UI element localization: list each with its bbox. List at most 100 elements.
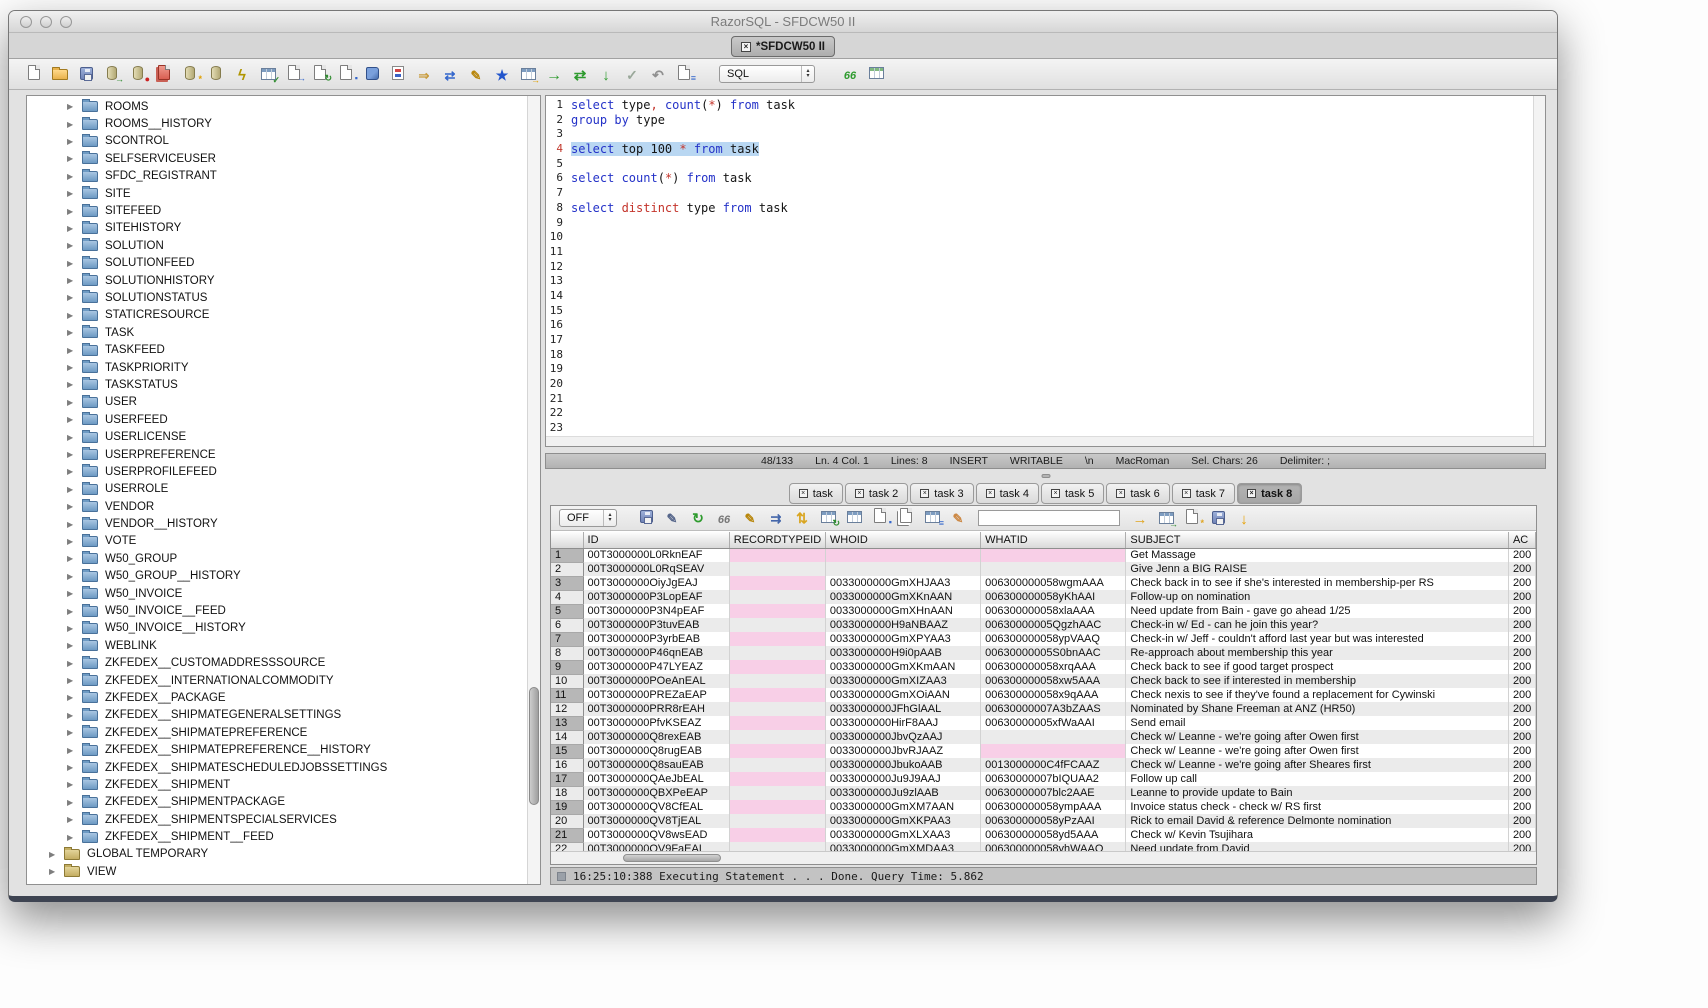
column-header[interactable]: ID xyxy=(583,532,729,548)
table-cell[interactable] xyxy=(729,828,825,842)
table-cell[interactable] xyxy=(729,548,825,562)
disclosure-triangle-icon[interactable]: ▶ xyxy=(67,137,78,146)
disclosure-triangle-icon[interactable]: ▶ xyxy=(67,415,78,424)
table-cell[interactable]: 200 xyxy=(1508,800,1535,814)
table-cell[interactable]: 0033000000GmXHJAA3 xyxy=(825,576,980,590)
disclosure-triangle-icon[interactable]: ▶ xyxy=(67,728,78,737)
table-cell[interactable]: 006300000058yd5AAA xyxy=(981,828,1126,842)
tab-close-icon[interactable]: × xyxy=(799,489,808,498)
edit-cell-icon[interactable]: ✎ xyxy=(737,508,763,530)
edit-sql-icon[interactable]: ✎ xyxy=(659,508,685,530)
row-number-cell[interactable]: 20 xyxy=(551,814,583,828)
table-cell[interactable]: 200 xyxy=(1508,632,1535,646)
tree-item[interactable]: ▶TASKPRIORITY xyxy=(27,359,527,376)
disclosure-triangle-icon[interactable]: ▶ xyxy=(67,641,78,650)
disclosure-triangle-icon[interactable]: ▶ xyxy=(67,624,78,633)
tree-item[interactable]: ▶VOTE xyxy=(27,533,527,550)
table-cell[interactable]: 006300000058xrqAAA xyxy=(981,660,1126,674)
row-number-cell[interactable]: 17 xyxy=(551,772,583,786)
tab-close-icon[interactable]: × xyxy=(855,489,864,498)
table-cell[interactable]: 00T3000000P47LYEAZ xyxy=(583,660,729,674)
table-cell[interactable] xyxy=(729,716,825,730)
show-sql-icon[interactable]: 66 xyxy=(711,509,737,531)
tree-item[interactable]: ▶ROOMS xyxy=(27,98,527,115)
table-cell[interactable]: 00T3000000Q8rugEAB xyxy=(583,744,729,758)
table-cell[interactable]: 00T3000000PREZaEAP xyxy=(583,688,729,702)
table-cell[interactable] xyxy=(729,744,825,758)
disclosure-triangle-icon[interactable]: ▶ xyxy=(67,607,78,616)
tab-close-icon[interactable]: × xyxy=(1247,489,1256,498)
tree-item[interactable]: ▶W50_INVOICE__HISTORY xyxy=(27,620,527,637)
tree-view-icon[interactable]: ⇉ xyxy=(763,508,789,530)
disclosure-triangle-icon[interactable]: ▶ xyxy=(67,346,78,355)
table-cell[interactable]: Leanne to provide update to Bain xyxy=(1126,786,1509,800)
table-cell[interactable]: Check w/ Leanne - we're going after Shea… xyxy=(1126,758,1509,772)
disclosure-triangle-icon[interactable]: ▶ xyxy=(67,207,78,216)
table-cell[interactable] xyxy=(729,674,825,688)
table-cell[interactable]: 0033000000GmXOiAAN xyxy=(825,688,980,702)
row-number-cell[interactable]: 5 xyxy=(551,604,583,618)
table-cell[interactable]: 00630000005QgzhAAC xyxy=(981,618,1126,632)
table-cell[interactable]: Check w/ Kevin Tsujihara xyxy=(1126,828,1509,842)
table-cell[interactable] xyxy=(825,548,980,562)
tree-vertical-scrollbar[interactable] xyxy=(527,96,540,884)
tab-close-icon[interactable]: × xyxy=(1182,489,1191,498)
tree-item[interactable]: ▶TASKFEED xyxy=(27,341,527,358)
table-cell[interactable]: 0033000000JbukoAAB xyxy=(825,758,980,772)
tree-item[interactable]: ▶W50_INVOICE__FEED xyxy=(27,602,527,619)
table-cell[interactable]: Check back to see if interested in membe… xyxy=(1126,674,1509,688)
disclosure-triangle-icon[interactable]: ▶ xyxy=(67,380,78,389)
tree-item[interactable]: ▶SOLUTIONHISTORY xyxy=(27,272,527,289)
tree-item[interactable]: ▶USER xyxy=(27,394,527,411)
table-cell[interactable]: 00630000007A3bZAAS xyxy=(981,702,1126,716)
disclosure-triangle-icon[interactable]: ▶ xyxy=(67,102,78,111)
table-cell[interactable]: 200 xyxy=(1508,590,1535,604)
columns-icon[interactable] xyxy=(841,506,867,528)
result-tab-task-8[interactable]: ×task 8 xyxy=(1237,483,1302,504)
disclosure-triangle-icon[interactable]: ▶ xyxy=(67,589,78,598)
tree-item[interactable]: ▶TASKSTATUS xyxy=(27,376,527,393)
table-cell[interactable]: Need update from David xyxy=(1126,842,1509,851)
tree-item[interactable]: ▶SOLUTION xyxy=(27,237,527,254)
table-cell[interactable]: 200 xyxy=(1508,674,1535,688)
table-cell[interactable] xyxy=(729,772,825,786)
disclosure-triangle-icon[interactable]: ▶ xyxy=(67,815,78,824)
tree-item[interactable]: ▶USERROLE xyxy=(27,481,527,498)
table-cell[interactable]: 0033000000GmXKnAAN xyxy=(825,590,980,604)
table-cell[interactable]: Check w/ Leanne - we're going after Owen… xyxy=(1126,730,1509,744)
tree-item[interactable]: ▶ZKFEDEX__SHIPMENTSPECIALSERVICES xyxy=(27,811,527,828)
disclosure-triangle-icon[interactable]: ▶ xyxy=(67,467,78,476)
table-cell[interactable]: 0033000000GmXM7AAN xyxy=(825,800,980,814)
table-cell[interactable]: Check-in w/ Jeff - couldn't afford last … xyxy=(1126,632,1509,646)
tree-item[interactable]: ▶STATICRESOURCE xyxy=(27,307,527,324)
tree-item[interactable]: ▶ZKFEDEX__SHIPMATEPREFERENCE__HISTORY xyxy=(27,741,527,758)
table-cell[interactable]: 200 xyxy=(1508,730,1535,744)
table-cell[interactable]: 0033000000JbvQzAAJ xyxy=(825,730,980,744)
tree-item[interactable]: ▶W50_GROUP xyxy=(27,550,527,567)
table-cell[interactable]: 0033000000JbvRJAAZ xyxy=(825,744,980,758)
tree-item[interactable]: ▶ZKFEDEX__INTERNATIONALCOMMODITY xyxy=(27,672,527,689)
tree-item[interactable]: ▶USERPROFILEFEED xyxy=(27,463,527,480)
table-cell[interactable]: 200 xyxy=(1508,786,1535,800)
table-cell[interactable] xyxy=(729,842,825,851)
table-cell[interactable]: Check-in w/ Ed - can he join this year? xyxy=(1126,618,1509,632)
row-number-cell[interactable]: 11 xyxy=(551,688,583,702)
disclosure-triangle-icon[interactable]: ▶ xyxy=(67,172,78,181)
row-number-cell[interactable]: 18 xyxy=(551,786,583,800)
table-cell[interactable]: 00T3000000P3tuvEAB xyxy=(583,618,729,632)
table-cell[interactable] xyxy=(729,590,825,604)
result-tab-task-2[interactable]: ×task 2 xyxy=(845,483,908,504)
disclosure-triangle-icon[interactable]: ▶ xyxy=(67,154,78,163)
database-tree[interactable]: ▶ROOMS▶ROOMS__HISTORY▶SCONTROL▶SELFSERVI… xyxy=(27,98,527,884)
table-cell[interactable]: 0033000000Ju9J9AAJ xyxy=(825,772,980,786)
table-cell[interactable]: 00T3000000QV9FaEAL xyxy=(583,842,729,851)
tree-item[interactable]: ▶ZKFEDEX__SHIPMENT xyxy=(27,776,527,793)
disclosure-triangle-icon[interactable]: ▶ xyxy=(67,572,78,581)
table-cell[interactable]: 200 xyxy=(1508,772,1535,786)
table-cell[interactable] xyxy=(729,730,825,744)
disclosure-triangle-icon[interactable]: ▶ xyxy=(67,398,78,407)
table-cell[interactable]: 00T3000000P3LopEAF xyxy=(583,590,729,604)
table-cell[interactable]: 006300000058xw5AAA xyxy=(981,674,1126,688)
editor-horizontal-scrollbar[interactable] xyxy=(546,436,1533,446)
column-header[interactable]: AC xyxy=(1508,532,1535,548)
